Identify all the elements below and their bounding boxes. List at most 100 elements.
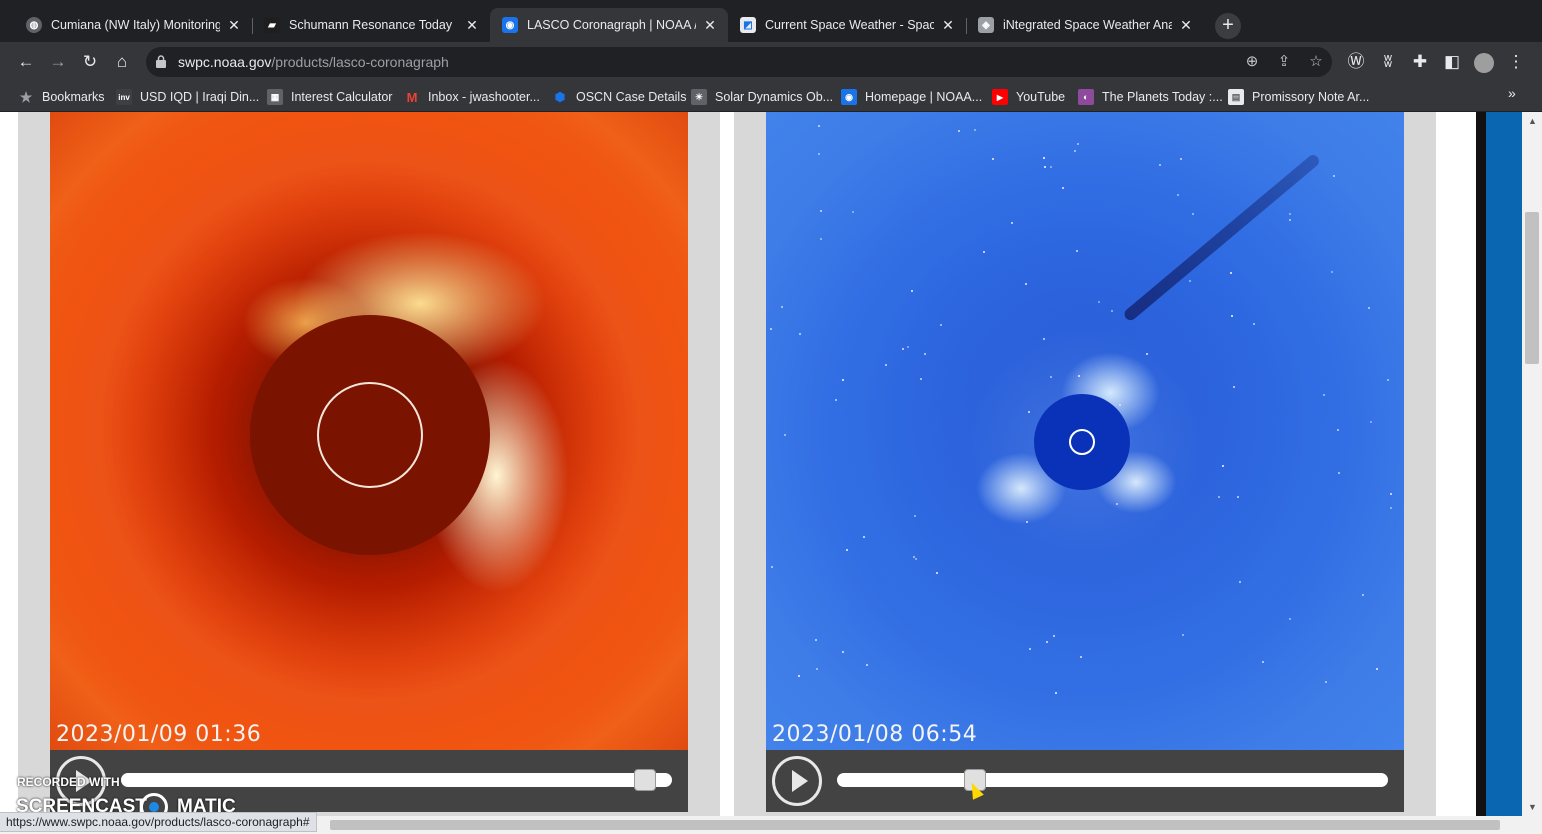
- star: [863, 536, 865, 538]
- tab-schumann[interactable]: ▰ Schumann Resonance Today ⚡ ✕: [252, 8, 490, 42]
- star: [1192, 213, 1194, 215]
- tab-current-space-weather[interactable]: ◩ Current Space Weather - Space V ✕: [728, 8, 966, 42]
- bookmark-label: USD IQD | Iraqi Din...: [140, 90, 260, 104]
- menu-kebab-icon[interactable]: ⋮: [1504, 50, 1528, 74]
- star: [974, 129, 976, 131]
- extension-w-icon[interactable]: Ⓦ: [1344, 50, 1368, 74]
- star: [799, 333, 801, 335]
- bookmarks-bar: ★ Bookmarks inv USD IQD | Iraqi Din... ▦…: [0, 82, 1542, 112]
- back-icon[interactable]: ←: [14, 50, 38, 74]
- bookmark-item[interactable]: ☀ Solar Dynamics Ob...: [691, 87, 833, 107]
- new-tab-button[interactable]: +: [1215, 13, 1241, 39]
- star: [1370, 421, 1372, 423]
- investing-icon: inv: [116, 89, 132, 105]
- c3-player-controls: [766, 750, 1404, 812]
- bookmark-label: YouTube: [1016, 90, 1066, 104]
- bookmark-item[interactable]: ◐ The Planets Today :...: [1078, 87, 1223, 107]
- bookmarks-overflow-chevron-icon[interactable]: »: [1508, 85, 1516, 101]
- star: [1333, 175, 1335, 177]
- star: [1053, 635, 1055, 637]
- bookmark-item[interactable]: ▦ Interest Calculator: [267, 87, 392, 107]
- star: [1237, 496, 1239, 498]
- calculator-icon: ▦: [267, 89, 283, 105]
- bookmark-item[interactable]: ▤ Promissory Note Ar...: [1228, 87, 1369, 107]
- star: [866, 664, 868, 666]
- tab-title: Current Space Weather - Space V: [765, 18, 934, 32]
- bookmark-item[interactable]: ▶ YouTube: [992, 87, 1065, 107]
- document-icon: ▤: [1228, 89, 1244, 105]
- isw-icon: ◈: [978, 17, 994, 33]
- star: [1076, 250, 1078, 252]
- close-icon[interactable]: ✕: [464, 17, 480, 33]
- scrollbar-thumb[interactable]: [330, 820, 1500, 830]
- star: [1028, 411, 1030, 413]
- play-button[interactable]: [772, 756, 822, 806]
- tab-cumiana[interactable]: ◍ Cumiana (NW Italy) Monitoring S ✕: [14, 8, 252, 42]
- close-icon[interactable]: ✕: [940, 17, 956, 33]
- star: [820, 210, 822, 212]
- bookmark-label: Promissory Note Ar...: [1252, 90, 1370, 104]
- slider-knob[interactable]: [634, 769, 656, 791]
- globe-icon: ◍: [26, 17, 42, 33]
- star: [1159, 164, 1161, 166]
- star: [1390, 493, 1392, 495]
- sidebar-edge: [1476, 112, 1486, 816]
- star: [1098, 301, 1100, 303]
- tab-title: Schumann Resonance Today ⚡: [289, 17, 458, 32]
- image-timestamp: 2023/01/09 01:36: [56, 722, 262, 747]
- sdo-icon: ☀: [691, 89, 707, 105]
- star: [1111, 310, 1113, 312]
- oscn-icon: ⬢: [554, 90, 566, 104]
- sun-outline: [317, 382, 423, 488]
- star: [1026, 521, 1028, 523]
- bookmark-star-icon[interactable]: ☆: [1306, 52, 1326, 72]
- extensions-puzzle-icon[interactable]: ✚: [1408, 50, 1432, 74]
- url-text: swpc.noaa.gov/products/lasco-coronagraph: [178, 54, 449, 70]
- bookmark-label: Interest Calculator: [291, 90, 393, 104]
- address-bar[interactable]: swpc.noaa.gov/products/lasco-coronagraph…: [146, 47, 1332, 77]
- tab-integrated-space-weather[interactable]: ◈ iNtegrated Space Weather Analy ✕: [966, 8, 1204, 42]
- star: [920, 378, 922, 380]
- forward-icon[interactable]: →: [46, 50, 70, 74]
- scrollbar-thumb[interactable]: [1525, 212, 1539, 364]
- star: [1325, 681, 1327, 683]
- bookmark-item[interactable]: ★ Bookmarks: [18, 87, 105, 107]
- star: [1253, 323, 1255, 325]
- star: [1029, 648, 1031, 650]
- star: [818, 153, 820, 155]
- star: [907, 346, 909, 348]
- frame-slider[interactable]: [121, 769, 672, 791]
- star: [1233, 386, 1235, 388]
- tab-lasco[interactable]: ◉ LASCO Coronagraph | NOAA / N ✕: [490, 8, 728, 42]
- avatar[interactable]: [1472, 50, 1496, 74]
- frame-slider[interactable]: [837, 769, 1388, 791]
- extension-v-icon[interactable]: ʬ: [1376, 50, 1400, 74]
- bookmark-label: OSCN Case Details: [576, 90, 687, 104]
- scroll-up-icon[interactable]: ▲: [1528, 116, 1537, 126]
- bookmark-label: Bookmarks: [42, 90, 105, 104]
- star: [914, 515, 916, 517]
- close-icon[interactable]: ✕: [702, 17, 718, 33]
- star: [1177, 194, 1179, 196]
- reload-icon[interactable]: ↻: [78, 50, 102, 74]
- bookmark-item[interactable]: inv USD IQD | Iraqi Din...: [116, 87, 259, 107]
- close-icon[interactable]: ✕: [226, 17, 242, 33]
- side-panel-icon[interactable]: ◧: [1440, 50, 1464, 74]
- star: [1078, 375, 1080, 377]
- star: [924, 353, 926, 355]
- star: [818, 125, 820, 127]
- star: [1050, 166, 1052, 168]
- star: [1043, 157, 1045, 159]
- close-icon[interactable]: ✕: [1178, 17, 1194, 33]
- home-icon[interactable]: ⌂: [110, 50, 134, 74]
- bookmark-item[interactable]: ◉ Homepage | NOAA...: [841, 87, 982, 107]
- star: [1146, 353, 1148, 355]
- star: [1368, 307, 1370, 309]
- share-icon[interactable]: ⇪: [1274, 52, 1294, 72]
- vertical-scrollbar[interactable]: ▲ ▼: [1522, 112, 1542, 816]
- bookmark-item[interactable]: M Inbox - jwashooter...: [404, 87, 540, 107]
- zoom-icon[interactable]: ⊕: [1242, 52, 1262, 72]
- scroll-down-icon[interactable]: ▼: [1528, 802, 1537, 812]
- star: [936, 572, 938, 574]
- bookmark-item[interactable]: ⬢ OSCN Case Details: [552, 87, 687, 107]
